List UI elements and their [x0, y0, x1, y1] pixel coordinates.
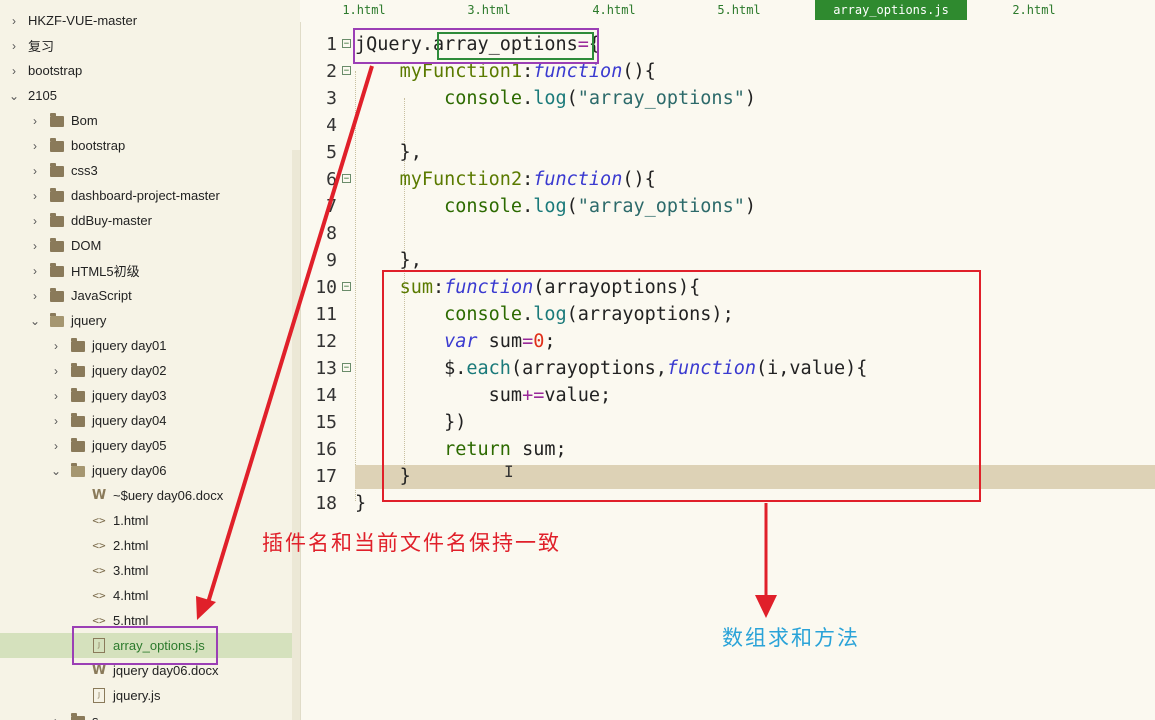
plugin-name-annotation: 插件名和当前文件名保持一致 — [262, 531, 561, 555]
annotation-arrows — [196, 65, 777, 620]
sum-arrow-head — [755, 595, 777, 618]
plugin-arrow-head — [196, 596, 216, 620]
sum-method-annotation: 数组求和方法 — [722, 626, 860, 650]
plugin-arrow-line — [205, 65, 374, 607]
